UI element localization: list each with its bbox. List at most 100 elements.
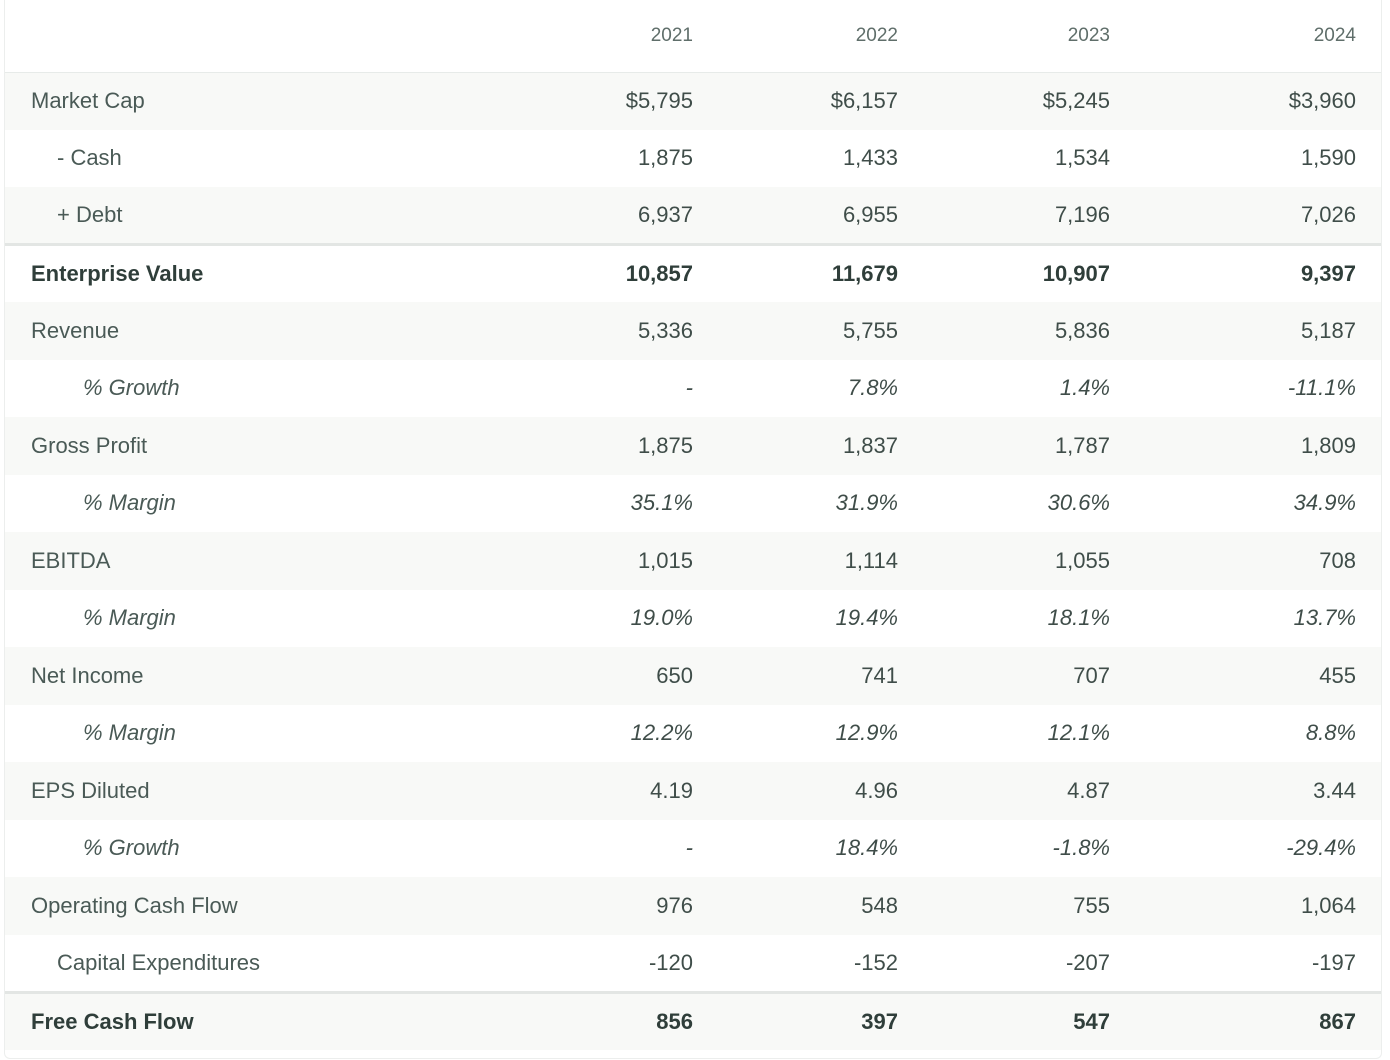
financials-table: 2021 2022 2023 2024 Market Cap $5,795 $6… — [5, 0, 1381, 1050]
cell-2021: 976 — [656, 892, 693, 918]
cell-2021: 12.2% — [630, 720, 693, 746]
cell-2022: 397 — [861, 1008, 898, 1034]
row-label: + Debt — [57, 202, 123, 227]
row-gross-profit: Gross Profit 1,875 1,837 1,787 1,809 — [5, 417, 1381, 475]
cell-2022: 548 — [861, 892, 898, 918]
cell-2021: 1,015 — [637, 547, 693, 573]
row-eps-diluted: EPS Diluted 4.19 4.96 4.87 3.44 — [5, 762, 1381, 820]
cell-2023: 1,055 — [1054, 547, 1110, 573]
cell-2023: 1,787 — [1054, 432, 1110, 458]
cell-2022: -152 — [853, 949, 898, 975]
column-header-label — [5, 0, 491, 73]
row-net-margin: % Margin 12.2% 12.9% 12.1% 8.8% — [5, 704, 1381, 762]
cell-2021: 5,336 — [637, 317, 693, 343]
cell-2021: 35.1% — [630, 490, 693, 516]
row-label: Free Cash Flow — [31, 1008, 194, 1034]
cell-2024: -29.4% — [1286, 835, 1356, 861]
cell-2022: 11,679 — [831, 261, 898, 286]
cell-2024: -11.1% — [1287, 375, 1356, 401]
cell-2021: -120 — [648, 949, 693, 975]
cell-2023: 707 — [1073, 662, 1110, 688]
cell-2021: $5,795 — [625, 88, 693, 113]
row-label: % Margin — [83, 605, 176, 631]
row-capital-expenditures: Capital Expenditures -120 -152 -207 -197 — [5, 934, 1381, 992]
row-gross-margin: % Margin 35.1% 31.9% 30.6% 34.9% — [5, 474, 1381, 532]
cell-2021: 856 — [656, 1008, 693, 1034]
cell-2023: 547 — [1073, 1008, 1110, 1034]
cell-2023: 12.1% — [1047, 720, 1110, 746]
cell-2024: 13.7% — [1293, 605, 1356, 631]
row-label: % Margin — [83, 490, 176, 516]
cell-2024: -197 — [1311, 949, 1356, 975]
cell-2024: 5,187 — [1300, 317, 1356, 343]
cell-2023: 5,836 — [1054, 317, 1110, 343]
row-label: Net Income — [31, 662, 144, 688]
cell-2022: 1,433 — [842, 145, 898, 171]
cell-2021: 1,875 — [637, 432, 693, 458]
cell-2021: 1,875 — [637, 145, 693, 171]
cell-2022: $6,157 — [830, 88, 898, 113]
table-header-row: 2021 2022 2023 2024 — [5, 0, 1381, 73]
row-label: Gross Profit — [31, 432, 148, 458]
row-label: - Cash — [57, 145, 122, 171]
cell-2023: 10,907 — [1042, 261, 1110, 286]
cell-2023: 755 — [1073, 892, 1110, 918]
row-label: EPS Diluted — [31, 777, 150, 803]
row-enterprise-value: Enterprise Value 10,857 11,679 10,907 9,… — [5, 244, 1381, 302]
row-eps-growth: % Growth - 18.4% -1.8% -29.4% — [5, 819, 1381, 877]
cell-2022: 1,114 — [844, 547, 898, 573]
cell-2023: -1.8% — [1052, 835, 1110, 861]
cell-2021: 10,857 — [625, 261, 693, 286]
cell-2024: 708 — [1319, 547, 1356, 573]
row-revenue: Revenue 5,336 5,755 5,836 5,187 — [5, 302, 1381, 360]
column-header-2021: 2021 — [491, 0, 693, 73]
cell-2022: 31.9% — [835, 490, 898, 516]
row-ebitda: EBITDA 1,015 1,114 1,055 708 — [5, 532, 1381, 590]
column-header-2023: 2023 — [898, 0, 1110, 73]
financial-summary-table: 2021 2022 2023 2024 Market Cap $5,795 $6… — [4, 0, 1382, 1059]
cell-2023: 1.4% — [1059, 375, 1110, 401]
column-header-2022: 2022 — [693, 0, 898, 73]
row-label: Market Cap — [31, 88, 145, 113]
cell-2021: 4.19 — [650, 777, 693, 803]
cell-2023: -207 — [1065, 949, 1110, 975]
row-revenue-growth: % Growth - 7.8% 1.4% -11.1% — [5, 359, 1381, 417]
column-header-2024: 2024 — [1110, 0, 1381, 73]
row-debt: + Debt 6,937 6,955 7,196 7,026 — [5, 187, 1381, 245]
cell-2021: 650 — [656, 662, 693, 688]
cell-2024: 455 — [1319, 662, 1356, 688]
row-label: Enterprise Value — [31, 261, 204, 286]
cell-2024: 1,809 — [1300, 432, 1356, 458]
row-operating-cash-flow: Operating Cash Flow 976 548 755 1,064 — [5, 877, 1381, 935]
row-label: Capital Expenditures — [57, 949, 261, 975]
cell-2024: $3,960 — [1288, 88, 1356, 113]
cell-2021: - — [685, 375, 693, 401]
cell-2023: 1,534 — [1054, 145, 1110, 171]
cell-2023: 18.1% — [1047, 605, 1110, 631]
row-label: Revenue — [31, 317, 120, 343]
cell-2021: - — [685, 835, 693, 861]
cell-2024: 1,064 — [1300, 892, 1356, 918]
row-label: % Growth — [83, 835, 180, 861]
cell-2023: 7,196 — [1054, 202, 1110, 227]
row-market-cap: Market Cap $5,795 $6,157 $5,245 $3,960 — [5, 72, 1381, 130]
cell-2023: 4.87 — [1067, 777, 1110, 803]
row-net-income: Net Income 650 741 707 455 — [5, 647, 1381, 705]
cell-2022: 1,837 — [842, 432, 898, 458]
cell-2024: 34.9% — [1293, 490, 1356, 516]
row-free-cash-flow: Free Cash Flow 856 397 547 867 — [5, 992, 1381, 1050]
cell-2024: 8.8% — [1305, 720, 1356, 746]
cell-2022: 7.8% — [847, 375, 898, 401]
row-label: % Growth — [83, 375, 180, 401]
row-label: EBITDA — [31, 547, 111, 573]
cell-2021: 6,937 — [637, 202, 693, 227]
cell-2023: 30.6% — [1047, 490, 1110, 516]
cell-2022: 4.96 — [855, 777, 898, 803]
cell-2022: 741 — [861, 662, 898, 688]
row-label: Operating Cash Flow — [31, 892, 238, 918]
cell-2022: 19.4% — [835, 605, 898, 631]
cell-2024: 3.44 — [1313, 777, 1356, 803]
row-label: % Margin — [83, 720, 176, 746]
cell-2024: 9,397 — [1300, 261, 1356, 286]
cell-2022: 5,755 — [842, 317, 898, 343]
